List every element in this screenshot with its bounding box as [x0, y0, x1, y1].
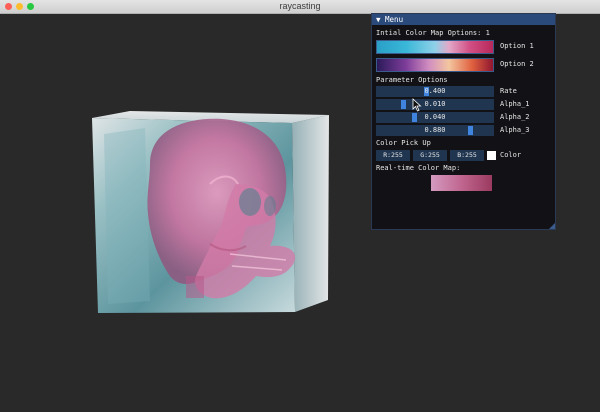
parameter-title: Parameter Options — [376, 76, 448, 84]
slider-label: Rate — [500, 87, 517, 95]
slider-alpha-3-row: 0.880 Alpha_3 — [376, 124, 551, 137]
slider-value: 0.040 — [424, 113, 446, 121]
slider-alpha-2-row: 0.040 Alpha_2 — [376, 111, 551, 124]
slider-value: 0.880 — [424, 126, 446, 134]
slider-rate-row: 0.400 Rate — [376, 85, 551, 98]
color-pick-title: Color Pick Up — [376, 139, 431, 147]
color-map-option-1[interactable] — [376, 40, 494, 54]
slider-alpha-1-row: 0.010 Alpha_1 — [376, 98, 551, 111]
blue-channel-input[interactable]: B:255 — [450, 150, 484, 161]
slider-alpha-3[interactable]: 0.880 — [376, 125, 494, 136]
slider-label: Alpha_3 — [500, 126, 530, 134]
title-bar: raycasting — [0, 0, 600, 14]
option-1-label: Option 1 — [500, 42, 534, 50]
slider-alpha-2[interactable]: 0.040 — [376, 112, 494, 123]
menu-panel: ▼ Menu Intial Color Map Options: 1 Optio — [371, 13, 556, 230]
slider-value: 0.010 — [424, 100, 446, 108]
realtime-title: Real-time Color Map: — [376, 164, 461, 172]
color-pick-row: R:255 G:255 B:255 Color — [376, 149, 551, 162]
slider-label: Alpha_1 — [500, 100, 530, 108]
realtime-color-map — [431, 175, 492, 191]
color-map-title: Intial Color Map Options: 1 — [376, 29, 490, 37]
slider-value: 0.400 — [424, 87, 446, 95]
color-label: Color — [500, 151, 522, 159]
slider-rate[interactable]: 0.400 — [376, 86, 494, 97]
slider-alpha-1[interactable]: 0.010 — [376, 99, 494, 110]
green-channel-input[interactable]: G:255 — [413, 150, 447, 161]
mouse-cursor-icon — [412, 98, 422, 112]
color-map-option-2[interactable] — [376, 58, 494, 72]
slider-label: Alpha_2 — [500, 113, 530, 121]
menu-header[interactable]: ▼ Menu — [372, 14, 555, 25]
option-2-label: Option 2 — [500, 60, 534, 68]
color-swatch[interactable] — [487, 151, 496, 160]
volume-side-face — [292, 115, 329, 312]
red-channel-input[interactable]: R:255 — [376, 150, 410, 161]
window-title: raycasting — [279, 1, 321, 11]
resize-grip[interactable] — [549, 223, 555, 229]
